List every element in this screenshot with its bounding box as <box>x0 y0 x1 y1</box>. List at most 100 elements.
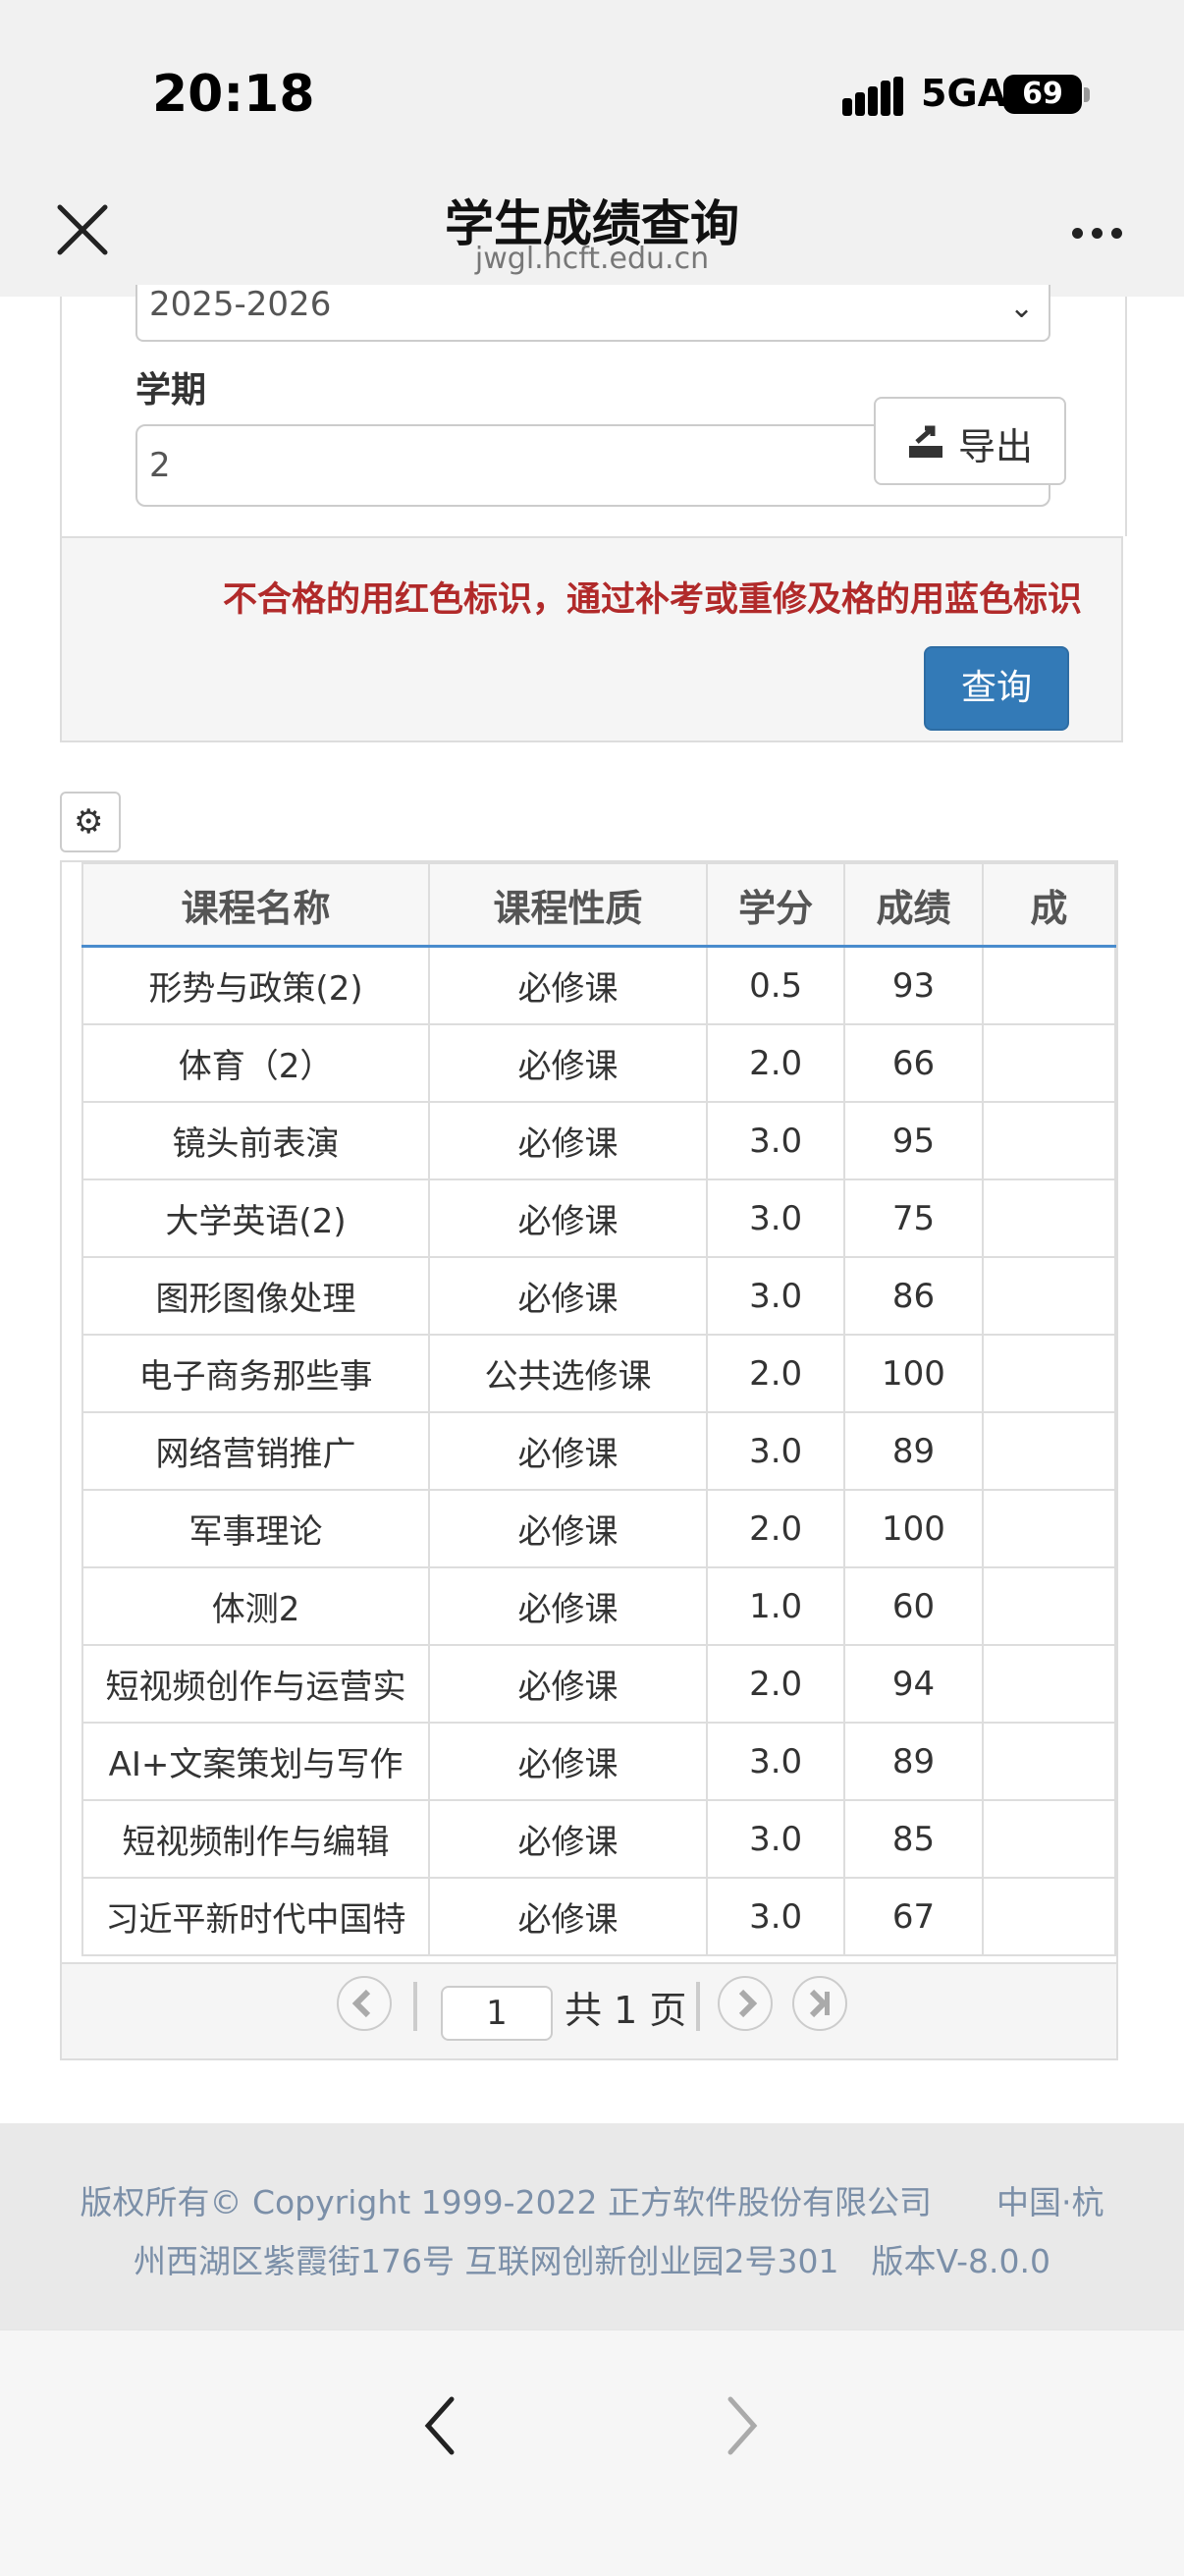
table-body: 形势与政策(2) 必修课 0.5 93 体育（2） 必修课 2.0 66 镜头前表演 必修课 3.0… <box>81 945 1116 1956</box>
more-icon[interactable] <box>1072 224 1131 243</box>
column-settings-button[interactable]: ⚙ <box>60 792 121 852</box>
table-cell: 必修课 <box>428 1877 708 1956</box>
grades-table: 课程名称 课程性质 学分 成绩成 形势与政策(2) 必修课 0.5 93 体育（2） 必修课 2.… <box>60 860 1118 1964</box>
pager-separator <box>413 1982 417 2031</box>
table-row[interactable]: 大学英语(2) 必修课 3.0 75 <box>81 1178 1116 1258</box>
table-cell <box>981 1023 1116 1103</box>
browser-back-icon[interactable] <box>420 2391 459 2460</box>
query-button[interactable]: 查询 <box>924 646 1069 731</box>
table-row[interactable]: 短视频创作与运营实 必修课 2.0 94 <box>81 1644 1116 1724</box>
table-row[interactable]: 图形图像处理 必修课 3.0 86 <box>81 1256 1116 1336</box>
table-cell: 必修课 <box>428 1178 708 1258</box>
table-row[interactable]: AI+文案策划与写作 必修课 3.0 89 <box>81 1722 1116 1801</box>
export-button[interactable]: 导出 <box>874 397 1066 485</box>
table-cell: 86 <box>843 1256 984 1336</box>
table-cell: 75 <box>843 1178 984 1258</box>
table-cell <box>981 1256 1116 1336</box>
table-cell: 短视频创作与运营实 <box>81 1644 431 1724</box>
prev-page-button[interactable] <box>337 1976 392 2031</box>
table-cell <box>981 1411 1116 1491</box>
table-cell: 必修课 <box>428 1023 708 1103</box>
table-cell: 形势与政策(2) <box>81 945 431 1025</box>
table-row[interactable]: 电子商务那些事 公共选修课 2.0 100 <box>81 1334 1116 1413</box>
table-row[interactable]: 形势与政策(2) 必修课 0.5 93 <box>81 945 1116 1025</box>
status-time: 20:18 <box>152 65 315 124</box>
table-cell: 93 <box>843 945 984 1025</box>
page-number-input[interactable]: 1 <box>441 1986 553 2041</box>
table-cell: 3.0 <box>705 1101 846 1180</box>
color-legend-notice: 不合格的用红色标识，通过补考或重修及格的用蓝色标识 <box>222 580 1082 620</box>
year-select[interactable]: 2025-2026 ⌄ <box>135 285 1050 342</box>
browser-toolbar <box>0 2329 1184 2576</box>
footer-address: 州西湖区紫霞街176号 互联网创新创业园2号301 版本V-8.0.0 <box>134 2242 1050 2280</box>
table-cell: 89 <box>843 1411 984 1491</box>
table-cell <box>981 1799 1116 1879</box>
network-type: 5GA <box>921 72 1007 115</box>
table-cell: 66 <box>843 1023 984 1103</box>
table-cell: 3.0 <box>705 1877 846 1956</box>
table-row[interactable]: 体育（2） 必修课 2.0 66 <box>81 1023 1116 1103</box>
table-row[interactable]: 习近平新时代中国特 必修课 3.0 67 <box>81 1877 1116 1956</box>
column-header[interactable]: 成 <box>981 862 1116 948</box>
table-cell: 2.0 <box>705 1334 846 1413</box>
prev-page-icon <box>351 1989 371 2018</box>
table-cell: 习近平新时代中国特 <box>81 1877 431 1956</box>
table-row[interactable]: 短视频制作与编辑 必修课 3.0 85 <box>81 1799 1116 1879</box>
table-cell: 3.0 <box>705 1411 846 1491</box>
table-row[interactable]: 镜头前表演 必修课 3.0 95 <box>81 1101 1116 1180</box>
export-icon <box>909 425 942 458</box>
table-cell <box>981 1178 1116 1258</box>
table-cell <box>981 1101 1116 1180</box>
table-cell: 2.0 <box>705 1489 846 1568</box>
term-label: 学期 <box>135 370 207 411</box>
table-cell: 60 <box>843 1566 984 1646</box>
battery-cap <box>1084 87 1090 102</box>
table-cell: 必修课 <box>428 945 708 1025</box>
next-page-button[interactable] <box>718 1976 773 2031</box>
table-cell <box>981 1334 1116 1413</box>
table-cell: 必修课 <box>428 1722 708 1801</box>
table-cell: 必修课 <box>428 1489 708 1568</box>
table-row[interactable]: 体测2 必修课 1.0 60 <box>81 1566 1116 1646</box>
table-cell: 必修课 <box>428 1566 708 1646</box>
table-cell <box>981 945 1116 1025</box>
table-cell: 短视频制作与编辑 <box>81 1799 431 1879</box>
table-cell: 100 <box>843 1334 984 1413</box>
table-cell: 95 <box>843 1101 984 1180</box>
table-cell: 必修课 <box>428 1101 708 1180</box>
table-cell: 89 <box>843 1722 984 1801</box>
table-cell: 必修课 <box>428 1256 708 1336</box>
table-cell: 公共选修课 <box>428 1334 708 1413</box>
next-page-icon <box>738 1989 758 2018</box>
table-row[interactable]: 军事理论 必修课 2.0 100 <box>81 1489 1116 1568</box>
last-page-button[interactable] <box>792 1976 847 2031</box>
table-header: 课程名称 课程性质 学分 成绩成 <box>81 862 1116 948</box>
table-cell <box>981 1644 1116 1724</box>
column-header[interactable]: 成绩 <box>843 862 984 948</box>
table-cell: 电子商务那些事 <box>81 1334 431 1413</box>
table-cell: 3.0 <box>705 1799 846 1879</box>
footer-copyright: 版权所有© Copyright 1999-2022 正方软件股份有限公司 中国·… <box>80 2183 1104 2221</box>
page-url: jwgl.hcft.edu.cn <box>474 242 710 276</box>
signal-icon <box>842 77 903 116</box>
table-cell: 94 <box>843 1644 984 1724</box>
top-bar: 20:18 5GA 69 学生成绩查询 jwgl.hcft.edu.cn <box>0 0 1184 297</box>
table-cell: 体测2 <box>81 1566 431 1646</box>
table-cell: 0.5 <box>705 945 846 1025</box>
table-cell: 3.0 <box>705 1256 846 1336</box>
table-cell: 3.0 <box>705 1722 846 1801</box>
pager-separator <box>696 1982 700 2031</box>
table-cell: 镜头前表演 <box>81 1101 431 1180</box>
column-header[interactable]: 课程名称 <box>81 862 431 948</box>
column-header[interactable]: 学分 <box>705 862 846 948</box>
table-cell <box>981 1489 1116 1568</box>
browser-forward-icon[interactable] <box>723 2391 762 2460</box>
table-cell: 3.0 <box>705 1178 846 1258</box>
table-row[interactable]: 网络营销推广 必修课 3.0 89 <box>81 1411 1116 1491</box>
table-cell <box>981 1566 1116 1646</box>
table-cell: 军事理论 <box>81 1489 431 1568</box>
table-cell: 1.0 <box>705 1566 846 1646</box>
column-header[interactable]: 课程性质 <box>428 862 708 948</box>
table-cell: 100 <box>843 1489 984 1568</box>
notice-area: 不合格的用红色标识，通过补考或重修及格的用蓝色标识 查询 <box>60 536 1123 742</box>
